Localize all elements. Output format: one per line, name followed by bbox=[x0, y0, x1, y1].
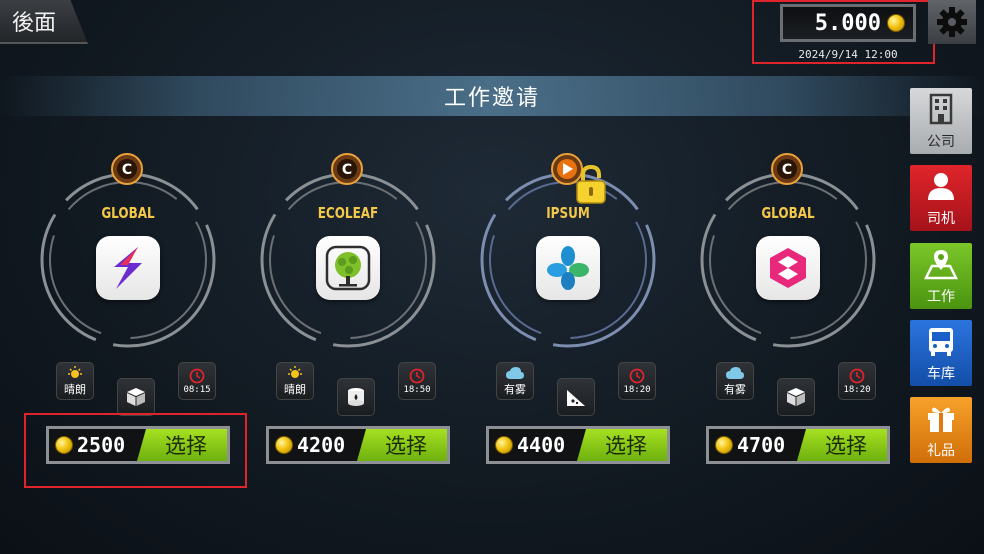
weather-tile: 晴朗 bbox=[276, 362, 314, 400]
class-c-badge-icon: C bbox=[771, 153, 803, 185]
select-button[interactable]: 选择 bbox=[577, 429, 667, 461]
price-bar: 4400 选择 bbox=[486, 426, 670, 464]
sidebar-item-label: 车库 bbox=[927, 365, 955, 381]
back-button[interactable]: 後面 bbox=[0, 0, 88, 44]
job-price: 4200 bbox=[297, 433, 346, 457]
bus-icon bbox=[929, 328, 953, 356]
class-c-badge-icon: C bbox=[111, 153, 143, 185]
clock-icon bbox=[409, 368, 425, 383]
wallet-amount: 5.000 bbox=[814, 10, 881, 36]
company-logo bbox=[96, 236, 160, 300]
back-button-label: 後面 bbox=[12, 10, 57, 35]
cloud-icon bbox=[726, 366, 744, 379]
cargo-tile bbox=[777, 378, 815, 416]
select-button[interactable]: 选择 bbox=[797, 429, 887, 461]
sidebar-item-gifts[interactable]: 礼品 bbox=[910, 397, 972, 463]
tree-logo-icon bbox=[325, 245, 371, 291]
box-icon bbox=[127, 388, 145, 406]
cargo-tile bbox=[337, 378, 375, 416]
deadline-tile: 18:20 bbox=[838, 362, 876, 400]
gear-icon bbox=[937, 7, 967, 37]
coin-icon bbox=[495, 436, 513, 454]
card-highlight bbox=[24, 413, 247, 488]
coin-icon bbox=[715, 436, 733, 454]
company-name: IPSUM bbox=[546, 204, 590, 222]
svg-text:C: C bbox=[782, 162, 792, 178]
weather-tile: 有雾 bbox=[496, 362, 534, 400]
svg-text:C: C bbox=[122, 162, 132, 178]
weather-tile: 有雾 bbox=[716, 362, 754, 400]
coin-icon bbox=[887, 14, 905, 32]
driver-icon bbox=[928, 173, 954, 200]
slope-icon bbox=[567, 390, 585, 406]
lock-icon bbox=[576, 164, 606, 204]
sidebar-item-jobs[interactable]: 工作 bbox=[910, 243, 972, 309]
company-logo bbox=[316, 236, 380, 300]
company-logo bbox=[756, 236, 820, 300]
sidebar-item-label: 礼品 bbox=[927, 442, 955, 458]
sidebar-item-driver[interactable]: 司机 bbox=[910, 165, 972, 231]
select-button-label: 选择 bbox=[825, 435, 867, 458]
hexagon-logo-icon bbox=[770, 248, 806, 288]
game-date: 2024/9/14 12:00 bbox=[798, 48, 898, 61]
svg-text:C: C bbox=[342, 162, 352, 178]
job-card: IPSUM 有雾 18:20 4400 选择 bbox=[468, 152, 670, 472]
weather-label: 有雾 bbox=[504, 383, 526, 396]
company-logo bbox=[536, 236, 600, 300]
gift-icon bbox=[928, 407, 954, 432]
coin-icon bbox=[275, 436, 293, 454]
job-price: 4700 bbox=[737, 433, 786, 457]
deadline-time: 18:20 bbox=[843, 384, 871, 395]
barrel-icon bbox=[348, 388, 364, 406]
select-button-label: 选择 bbox=[605, 435, 647, 458]
company-name: GLOBAL bbox=[101, 204, 155, 222]
weather-label: 有雾 bbox=[724, 383, 746, 396]
building-icon bbox=[929, 93, 953, 125]
wallet-balance: 5.000 bbox=[780, 4, 916, 42]
clock-icon bbox=[629, 368, 645, 383]
select-button-label: 选择 bbox=[385, 435, 427, 458]
job-price: 4400 bbox=[517, 433, 566, 457]
map-pin-icon bbox=[924, 250, 958, 280]
weather-tile: 晴朗 bbox=[56, 362, 94, 400]
title-banner: 工作邀请 bbox=[0, 76, 984, 116]
job-card: C ECOLEAF 晴朗 18:50 4200 选择 bbox=[248, 152, 450, 472]
sidebar-item-label: 司机 bbox=[927, 210, 955, 226]
sidebar-item-label: 工作 bbox=[927, 288, 955, 304]
cloud-icon bbox=[506, 366, 524, 379]
price-bar: 4700 选择 bbox=[706, 426, 890, 464]
deadline-tile: 18:20 bbox=[618, 362, 656, 400]
sidebar-item-label: 公司 bbox=[927, 133, 955, 149]
deadline-tile: 18:50 bbox=[398, 362, 436, 400]
deadline-tile: 08:15 bbox=[178, 362, 216, 400]
box-icon bbox=[787, 388, 805, 406]
cargo-tile bbox=[557, 378, 595, 416]
cargo-tile bbox=[117, 378, 155, 416]
price-bar: 4200 选择 bbox=[266, 426, 450, 464]
weather-label: 晴朗 bbox=[284, 383, 306, 396]
settings-button[interactable] bbox=[928, 0, 976, 44]
page-title: 工作邀请 bbox=[443, 85, 540, 110]
sidebar-item-company[interactable]: 公司 bbox=[910, 88, 972, 154]
company-name: GLOBAL bbox=[761, 204, 815, 222]
sidebar-item-garage[interactable]: 车库 bbox=[910, 320, 972, 386]
company-name: ECOLEAF bbox=[317, 204, 379, 222]
deadline-time: 18:20 bbox=[623, 384, 651, 395]
job-card: C GLOBAL 有雾 18:20 4700 选择 bbox=[688, 152, 890, 472]
sun-icon bbox=[68, 365, 82, 378]
weather-label: 晴朗 bbox=[64, 383, 86, 396]
select-button[interactable]: 选择 bbox=[357, 429, 447, 461]
deadline-time: 18:50 bbox=[403, 384, 431, 395]
sun-icon bbox=[288, 365, 302, 378]
clock-icon bbox=[849, 368, 865, 383]
deadline-time: 08:15 bbox=[183, 384, 211, 395]
clover-logo-icon bbox=[547, 246, 589, 290]
bolt-logo-icon bbox=[114, 247, 142, 289]
clock-icon bbox=[189, 368, 205, 383]
class-c-badge-icon: C bbox=[331, 153, 363, 185]
